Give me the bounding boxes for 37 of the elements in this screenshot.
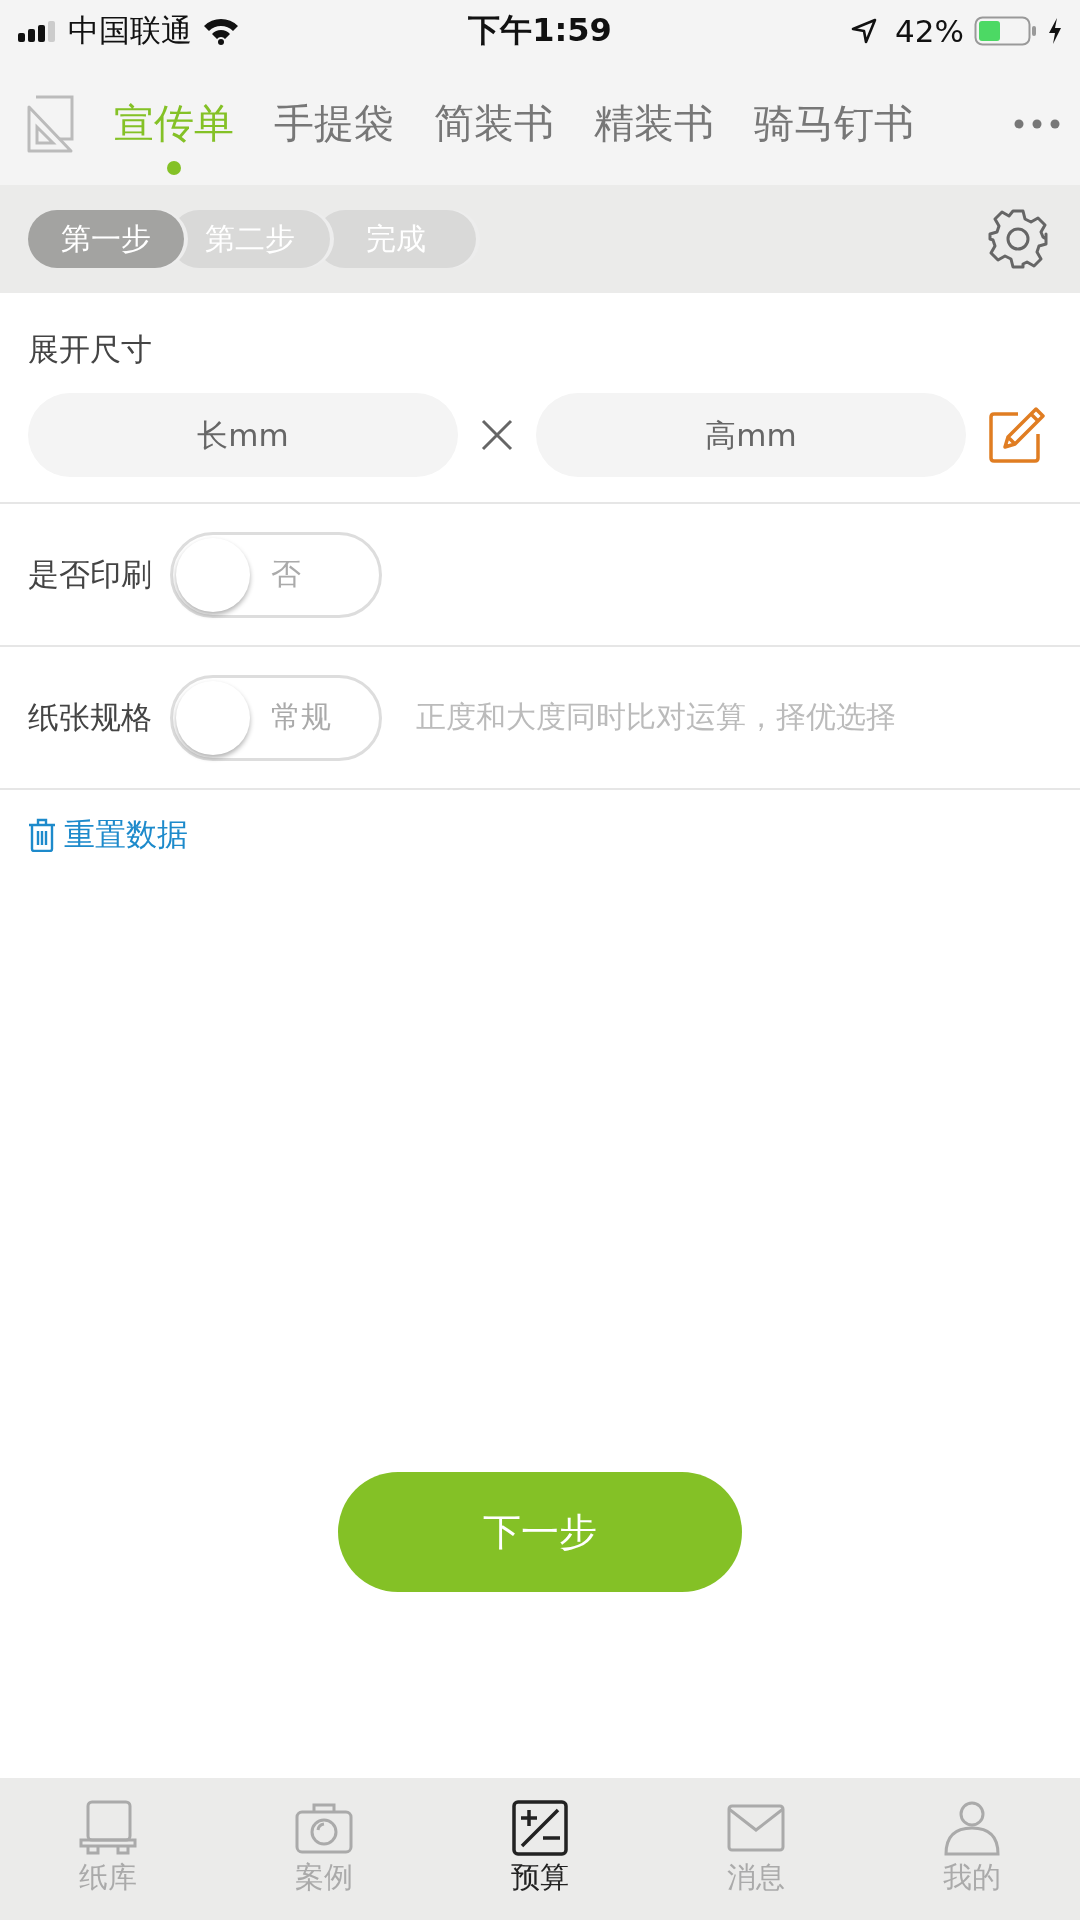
signal-icon [18,20,58,42]
category-tab[interactable]: 精装书 [594,96,714,151]
plus-minus-icon [510,1800,570,1856]
category-tab[interactable]: 骑马钉书 [754,96,914,151]
multiply-icon [480,418,514,452]
status-time: 下午1:59 [468,10,612,51]
hint-text: 正度和大度同时比对运算，择优选择 [416,698,896,736]
bottom-tab[interactable]: 预算 [460,1800,620,1898]
height-field[interactable]: 高mm [536,393,966,477]
option-label: 是否印刷 [28,554,152,594]
battery-percent: 42% [895,13,964,49]
bottom-tab[interactable]: 消息 [676,1800,836,1898]
length-field[interactable]: 长mm [28,393,458,477]
option-label: 纸张规格 [28,697,152,737]
active-dot [167,161,181,175]
edit-icon[interactable] [988,406,1046,464]
toggle-switch[interactable]: 否 [170,531,382,618]
toggle-switch[interactable]: 常规 [170,674,382,761]
carrier-name: 中国联通 [68,11,192,50]
more-icon[interactable] [1014,118,1060,129]
bottom-tab[interactable]: 案例 [244,1800,404,1898]
reset-link[interactable]: 重置数据 [64,814,188,856]
category-tab[interactable]: 简装书 [434,96,554,151]
category-tab[interactable]: 手提袋 [274,96,394,151]
settings-icon[interactable] [986,207,1050,271]
category-tab[interactable]: 宣传单 [114,96,234,151]
next-button[interactable]: 下一步 [338,1472,742,1592]
trash-icon[interactable] [28,818,56,852]
location-arrow-icon [851,18,878,44]
person-icon [942,1800,1002,1856]
bottom-tab[interactable]: 纸库 [28,1800,188,1898]
charging-bolt-icon [1048,18,1062,44]
battery-icon [974,16,1038,46]
wifi-icon [202,17,240,45]
bottom-tab[interactable]: 我的 [892,1800,1052,1898]
section-label: 展开尺寸 [28,330,152,369]
pallet-icon [78,1800,138,1856]
